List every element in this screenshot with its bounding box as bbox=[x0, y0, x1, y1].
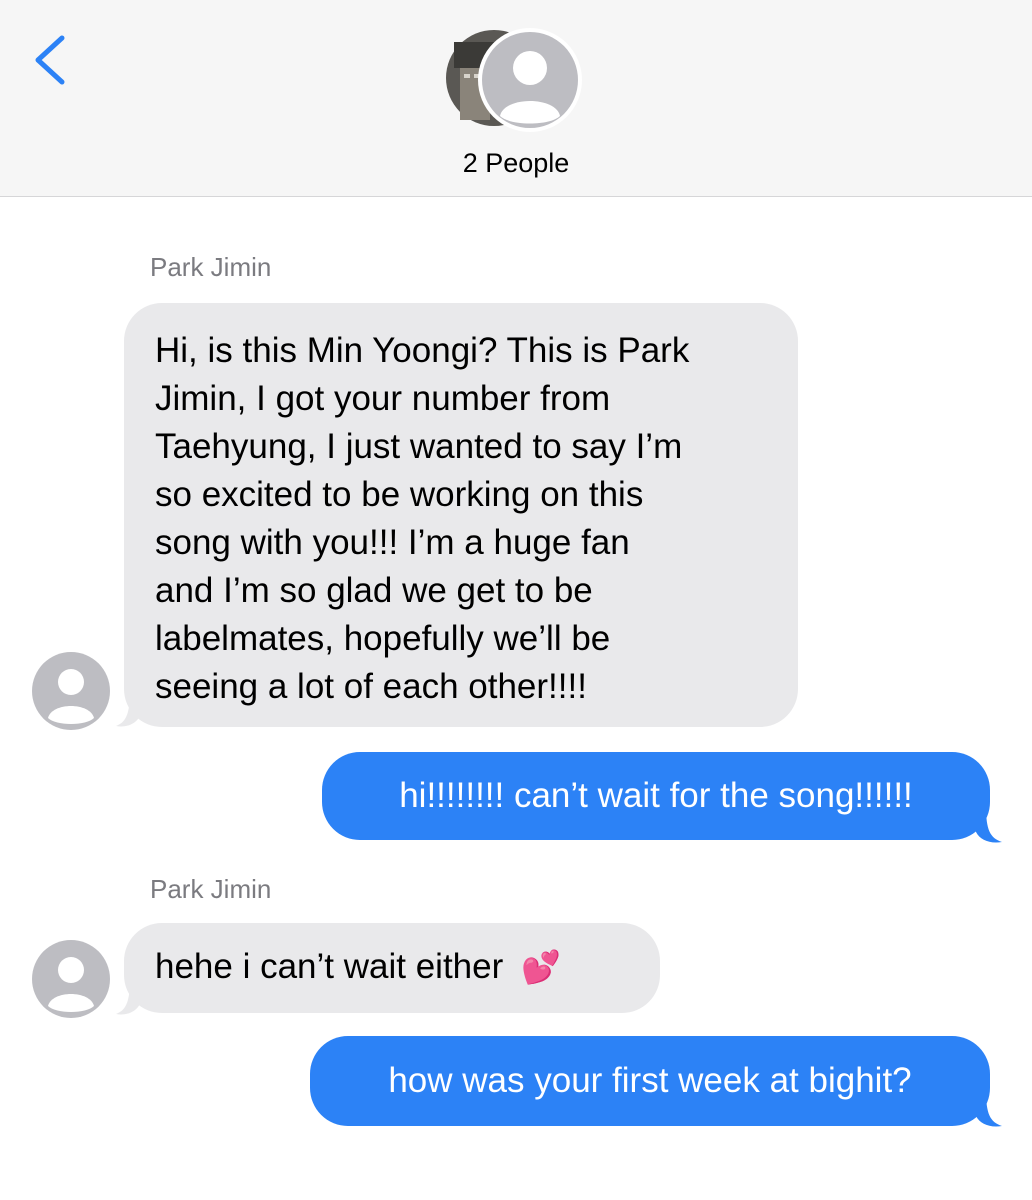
chevron-left-icon bbox=[35, 35, 65, 85]
message-bubble-incoming[interactable]: Hi, is this Min Yoongi? This is Park Jim… bbox=[124, 303, 798, 727]
message-text-line: Jimin, I got your number from bbox=[155, 379, 611, 418]
message-text-line: Taehyung, I just wanted to say I’m bbox=[155, 427, 683, 466]
sender-avatar[interactable] bbox=[32, 652, 110, 730]
person-placeholder-icon bbox=[32, 652, 110, 730]
message-bubble-incoming[interactable]: hehe i can’t wait either 💕 bbox=[124, 923, 660, 1013]
back-button[interactable] bbox=[24, 30, 74, 90]
sender-name: Park Jimin bbox=[150, 252, 272, 282]
message-text: hehe i can’t wait either bbox=[155, 947, 504, 986]
message-text-line: so excited to be working on this bbox=[155, 475, 644, 514]
message-text-line: and I’m so glad we get to be bbox=[155, 571, 593, 610]
two-hearts-emoji: 💕 bbox=[521, 948, 561, 986]
person-placeholder-icon bbox=[478, 28, 582, 132]
message-bubble-outgoing[interactable]: how was your first week at bighit? bbox=[310, 1036, 990, 1126]
message-text: how was your first week at bighit? bbox=[388, 1061, 912, 1100]
message-text-line: Hi, is this Min Yoongi? This is Park bbox=[155, 331, 690, 370]
group-avatars[interactable] bbox=[446, 28, 582, 132]
message-text-line: seeing a lot of each other!!!! bbox=[155, 667, 587, 706]
sender-avatar[interactable] bbox=[32, 940, 110, 1018]
people-count-label[interactable]: 2 People bbox=[0, 148, 1032, 179]
message-text-line: song with you!!! I’m a huge fan bbox=[155, 523, 630, 562]
conversation-header: 2 People bbox=[0, 0, 1032, 197]
message-text-line: labelmates, hopefully we’ll be bbox=[155, 619, 611, 658]
message-text: hi!!!!!!!! can’t wait for the song!!!!!! bbox=[399, 776, 913, 815]
message-bubble-outgoing[interactable]: hi!!!!!!!! can’t wait for the song!!!!!! bbox=[322, 752, 990, 840]
sender-name: Park Jimin bbox=[150, 874, 272, 904]
person-placeholder-icon bbox=[32, 940, 110, 1018]
